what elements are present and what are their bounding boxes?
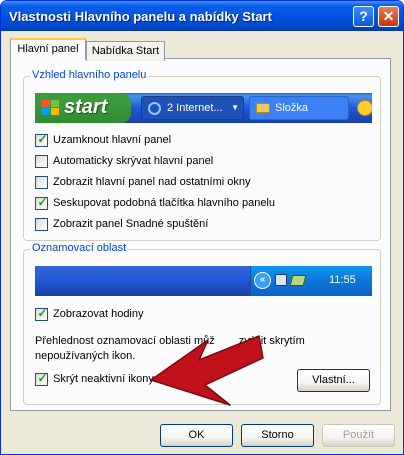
- properties-dialog: Vlastnosti Hlavního panelu a nabídky Sta…: [0, 0, 404, 455]
- apply-button[interactable]: Použít: [322, 424, 395, 447]
- tab-taskbar[interactable]: Hlavní panel: [10, 38, 86, 60]
- annotation-arrow: [150, 335, 264, 406]
- annotation-arrow-shape: [150, 335, 264, 406]
- ok-button[interactable]: OK: [160, 424, 233, 447]
- cancel-button[interactable]: Storno: [241, 424, 314, 447]
